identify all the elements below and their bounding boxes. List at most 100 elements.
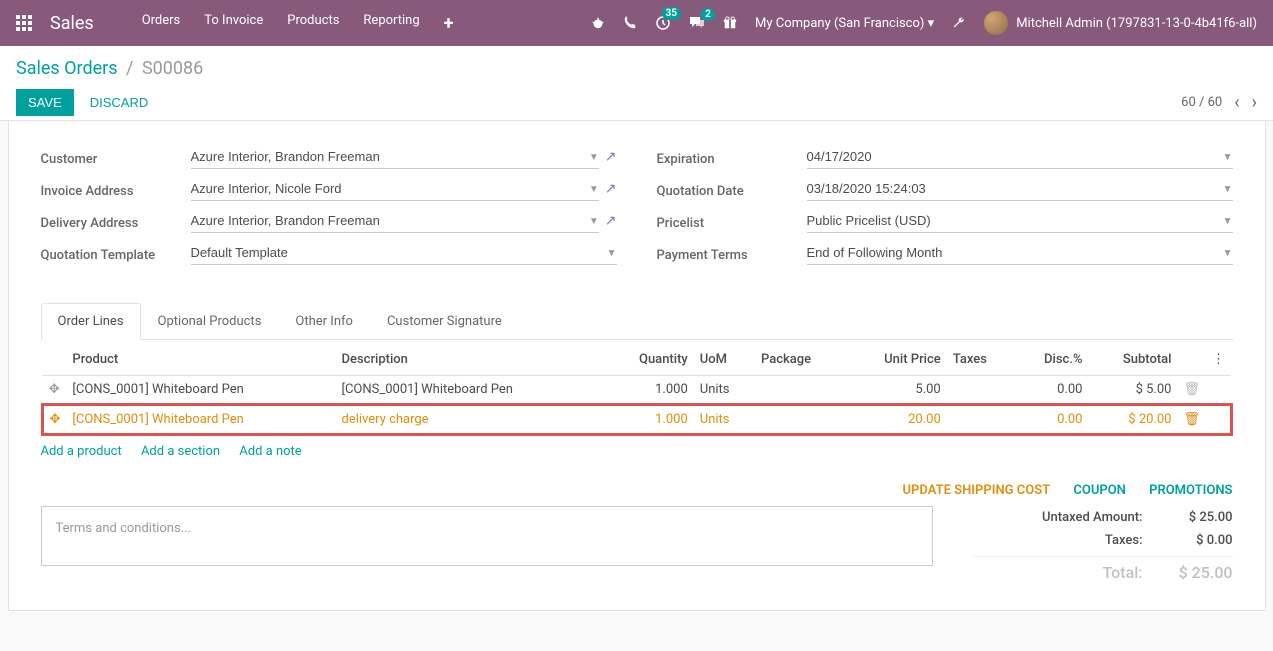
cell-subtotal: $ 20.00 [1088, 405, 1177, 435]
quotation-date-field[interactable] [807, 177, 1233, 201]
bug-icon[interactable] [591, 16, 605, 30]
untaxed-label: Untaxed Amount: [973, 510, 1143, 525]
tab-other-info[interactable]: Other Info [278, 303, 370, 340]
total-value: $ 25.00 [1173, 563, 1233, 582]
payment-terms-label: Payment Terms [657, 244, 807, 263]
breadcrumb-current: S00086 [142, 58, 203, 79]
pager-prev[interactable]: ‹ [1234, 92, 1239, 113]
menu-plus-icon[interactable]: + [444, 13, 454, 34]
external-link-icon[interactable]: ↗ [605, 181, 617, 197]
save-button[interactable]: SAVE [16, 89, 74, 116]
pager-next[interactable]: › [1252, 92, 1257, 113]
pager-text: 60 / 60 [1181, 95, 1222, 110]
discard-button[interactable]: DISCARD [78, 89, 161, 116]
add-section-link[interactable]: Add a section [141, 444, 220, 459]
tab-optional-products[interactable]: Optional Products [141, 303, 279, 340]
col-subtotal: Subtotal [1088, 344, 1177, 376]
cell-product[interactable]: [CONS_0001] Whiteboard Pen [66, 376, 335, 405]
external-link-icon[interactable]: ↗ [605, 149, 617, 165]
pager: 60 / 60 ‹ › [1181, 92, 1257, 113]
add-note-link[interactable]: Add a note [239, 444, 301, 459]
coupon-link[interactable]: COUPON [1073, 483, 1126, 498]
col-description: Description [336, 344, 605, 376]
cell-quantity[interactable]: 1.000 [605, 405, 694, 435]
pricelist-field[interactable] [807, 209, 1233, 233]
cell-package[interactable] [755, 405, 846, 435]
main-navbar: Sales Orders To Invoice Products Reporti… [0, 0, 1273, 46]
cell-description[interactable]: delivery charge [336, 405, 605, 435]
totals-block: Untaxed Amount: $ 25.00 Taxes: $ 0.00 To… [973, 506, 1233, 586]
breadcrumb-parent[interactable]: Sales Orders [16, 58, 118, 79]
table-row[interactable]: ✥ [CONS_0001] Whiteboard Pen delivery ch… [42, 405, 1231, 435]
col-unit-price: Unit Price [846, 344, 947, 376]
col-taxes: Taxes [947, 344, 1015, 376]
taxes-label: Taxes: [973, 533, 1143, 548]
cell-unit-price[interactable]: 20.00 [846, 405, 947, 435]
terms-input[interactable]: Terms and conditions... [41, 506, 933, 566]
update-shipping-link[interactable]: UPDATE SHIPPING COST [903, 483, 1051, 498]
cell-discount[interactable]: 0.00 [1014, 405, 1088, 435]
drag-handle-icon[interactable]: ✥ [42, 405, 66, 435]
wrench-icon[interactable] [952, 16, 966, 30]
gift-icon[interactable] [723, 16, 737, 30]
cell-unit-price[interactable]: 5.00 [846, 376, 947, 405]
user-menu[interactable]: Mitchell Admin (1797831-13-0-4b41f6-all) [984, 11, 1257, 35]
delete-row-icon[interactable]: 🗑 [1177, 405, 1206, 435]
col-quantity: Quantity [605, 344, 694, 376]
cell-description[interactable]: [CONS_0001] Whiteboard Pen [336, 376, 605, 405]
breadcrumb: Sales Orders / S00086 [16, 58, 1257, 79]
activity-badge: 35 [662, 7, 681, 20]
tabs: Order Lines Optional Products Other Info… [41, 303, 1233, 340]
col-product: Product [66, 344, 335, 376]
chat-icon[interactable]: 2 [689, 16, 705, 30]
cell-discount[interactable]: 0.00 [1014, 376, 1088, 405]
company-selector[interactable]: My Company (San Francisco) ▾ [755, 16, 934, 31]
chevron-down-icon: ▾ [928, 16, 935, 31]
promotions-link[interactable]: PROMOTIONS [1149, 483, 1232, 498]
cell-product[interactable]: [CONS_0001] Whiteboard Pen [66, 405, 335, 435]
avatar [984, 11, 1008, 35]
quotation-template-field[interactable] [191, 241, 617, 265]
customer-field[interactable] [191, 145, 599, 169]
phone-icon[interactable] [623, 16, 637, 30]
menu-reporting[interactable]: Reporting [363, 13, 419, 34]
quotation-date-label: Quotation Date [657, 180, 807, 199]
col-discount: Disc.% [1014, 344, 1088, 376]
drag-handle-icon[interactable]: ✥ [42, 376, 66, 405]
quotation-template-label: Quotation Template [41, 244, 191, 263]
cell-package[interactable] [755, 376, 846, 405]
invoice-address-field[interactable] [191, 177, 599, 201]
cell-uom[interactable]: Units [694, 376, 755, 405]
menu-orders[interactable]: Orders [142, 13, 181, 34]
app-title[interactable]: Sales [50, 13, 94, 34]
invoice-address-label: Invoice Address [41, 180, 191, 199]
menu-products[interactable]: Products [287, 13, 339, 34]
customer-label: Customer [41, 148, 191, 167]
table-row[interactable]: ✥ [CONS_0001] Whiteboard Pen [CONS_0001]… [42, 376, 1231, 405]
untaxed-value: $ 25.00 [1173, 510, 1233, 525]
cell-uom[interactable]: Units [694, 405, 755, 435]
chat-badge: 2 [701, 8, 715, 21]
cell-subtotal: $ 5.00 [1088, 376, 1177, 405]
expiration-field[interactable] [807, 145, 1233, 169]
columns-menu-icon[interactable]: ⋮ [1206, 344, 1231, 376]
expiration-label: Expiration [657, 148, 807, 167]
control-panel: Sales Orders / S00086 SAVE DISCARD 60 / … [0, 46, 1273, 121]
external-link-icon[interactable]: ↗ [605, 213, 617, 229]
activity-icon[interactable]: 35 [655, 15, 671, 31]
col-uom: UoM [694, 344, 755, 376]
tab-order-lines[interactable]: Order Lines [41, 303, 141, 340]
apps-icon[interactable] [16, 15, 32, 31]
cell-quantity[interactable]: 1.000 [605, 376, 694, 405]
cell-taxes[interactable] [947, 376, 1015, 405]
add-product-link[interactable]: Add a product [41, 444, 122, 459]
total-label: Total: [973, 563, 1143, 582]
payment-terms-field[interactable] [807, 241, 1233, 265]
cell-taxes[interactable] [947, 405, 1015, 435]
menu-to-invoice[interactable]: To Invoice [204, 13, 263, 34]
taxes-value: $ 0.00 [1173, 533, 1233, 548]
delivery-address-field[interactable] [191, 209, 599, 233]
delete-row-icon[interactable]: 🗑 [1177, 376, 1206, 405]
delivery-address-label: Delivery Address [41, 212, 191, 231]
tab-customer-signature[interactable]: Customer Signature [370, 303, 519, 340]
